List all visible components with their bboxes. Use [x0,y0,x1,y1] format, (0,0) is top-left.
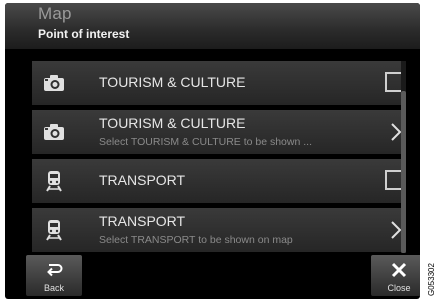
scrollbar[interactable] [401,61,406,253]
screen: Map Point of interest TOURISM & CULTURE [5,3,420,299]
poi-list: TOURISM & CULTURE TOURISM & CULTURE Sele… [32,61,416,253]
list-item-label: TOURISM & CULTURE [99,74,246,90]
bottom-bar: Back Close [5,255,420,299]
camera-icon [44,124,64,140]
list-item-label: TOURISM & CULTURE [99,115,246,131]
list-item-transport-submenu[interactable]: TRANSPORT Select TRANSPORT to be shown o… [32,208,406,252]
back-button[interactable]: Back [26,255,82,296]
train-icon [46,171,62,192]
train-icon [46,220,62,241]
list-item-tourism-culture-toggle[interactable]: TOURISM & CULTURE [32,61,406,105]
list-item-transport-toggle[interactable]: TRANSPORT [32,159,406,203]
list-item-sublabel: Select TOURISM & CULTURE to be shown ... [99,136,312,148]
title-bar: Map Point of interest [5,3,420,49]
app-title: Map [38,4,72,23]
list-item-tourism-culture-submenu[interactable]: TOURISM & CULTURE Select TOURISM & CULTU… [32,110,406,154]
back-label: Back [43,283,64,293]
scrollbar-thumb[interactable] [401,91,406,253]
page-title: Point of interest [38,27,130,41]
close-icon [391,262,407,278]
back-arrow-icon [47,264,63,277]
list-item-sublabel: Select TRANSPORT to be shown on map [99,234,293,246]
camera-icon [44,75,64,91]
close-label: Close [387,283,411,293]
close-button[interactable]: Close [371,255,420,296]
reference-code: G053302 [427,263,436,296]
list-item-label: TRANSPORT [99,213,186,229]
list-item-label: TRANSPORT [99,172,186,188]
